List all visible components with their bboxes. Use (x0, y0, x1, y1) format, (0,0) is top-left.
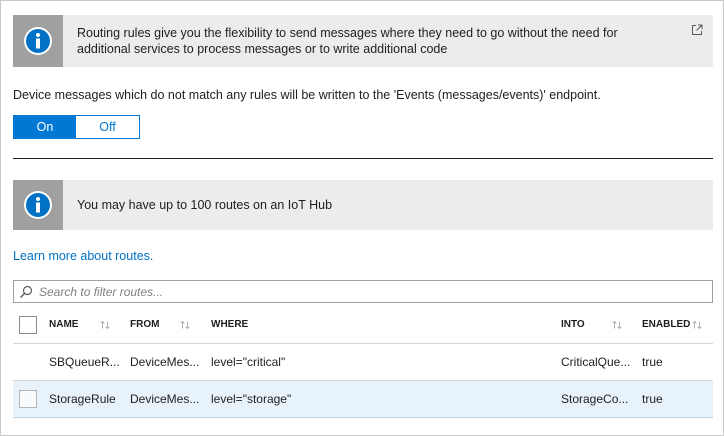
route-limit-info-banner: You may have up to 100 routes on an IoT … (13, 180, 713, 230)
route-into-cell: StorageCo... (561, 392, 629, 406)
column-header-from[interactable]: FROM (130, 306, 205, 343)
info-icon (13, 180, 63, 230)
route-enabled-cell: true (642, 392, 663, 406)
route-from-cell: DeviceMes... (130, 392, 200, 406)
select-all-checkbox[interactable] (19, 316, 37, 334)
row-checkbox[interactable] (19, 390, 37, 408)
sort-icon[interactable] (180, 306, 190, 343)
route-where-cell: level="critical" (211, 355, 286, 369)
external-link-icon[interactable] (691, 23, 703, 41)
search-input[interactable] (39, 284, 689, 299)
info-icon (13, 15, 63, 67)
sort-icon[interactable] (692, 306, 702, 343)
route-name-cell: StorageRule (49, 392, 116, 406)
sort-icon[interactable] (612, 306, 622, 343)
fallback-route-toggle[interactable]: On Off (13, 115, 140, 139)
route-from-cell: DeviceMes... (130, 355, 200, 369)
column-header-name[interactable]: NAME (49, 306, 121, 343)
column-header-where[interactable]: WHERE (211, 306, 511, 343)
section-divider (13, 158, 713, 159)
column-header-into[interactable]: INTO (561, 306, 633, 343)
route-where-cell: level="storage" (211, 392, 292, 406)
sort-icon[interactable] (100, 306, 110, 343)
search-icon (20, 285, 33, 298)
learn-more-routes-link[interactable]: Learn more about routes. (13, 249, 153, 263)
fallback-route-description: Device messages which do not match any r… (13, 88, 601, 102)
routing-info-text: Routing rules give you the flexibility t… (77, 26, 618, 56)
table-row[interactable]: SBQueueR... DeviceMes... level="critical… (13, 344, 713, 381)
toggle-on-option[interactable]: On (14, 116, 76, 138)
route-filter-search[interactable] (13, 280, 713, 303)
toggle-off-option[interactable]: Off (76, 116, 139, 138)
routing-info-banner: Routing rules give you the flexibility t… (13, 15, 713, 67)
route-limit-info-text: You may have up to 100 routes on an IoT … (77, 198, 333, 212)
table-header-row: NAME FROM WHERE INTO ENABLED (13, 306, 713, 344)
route-name-cell: SBQueueR... (49, 355, 120, 369)
table-row[interactable]: StorageRule DeviceMes... level="storage"… (13, 381, 713, 418)
routes-table: NAME FROM WHERE INTO ENABLED SBQueueR...… (13, 306, 713, 418)
route-enabled-cell: true (642, 355, 663, 369)
route-into-cell: CriticalQue... (561, 355, 631, 369)
routes-panel: Routing rules give you the flexibility t… (0, 0, 724, 436)
